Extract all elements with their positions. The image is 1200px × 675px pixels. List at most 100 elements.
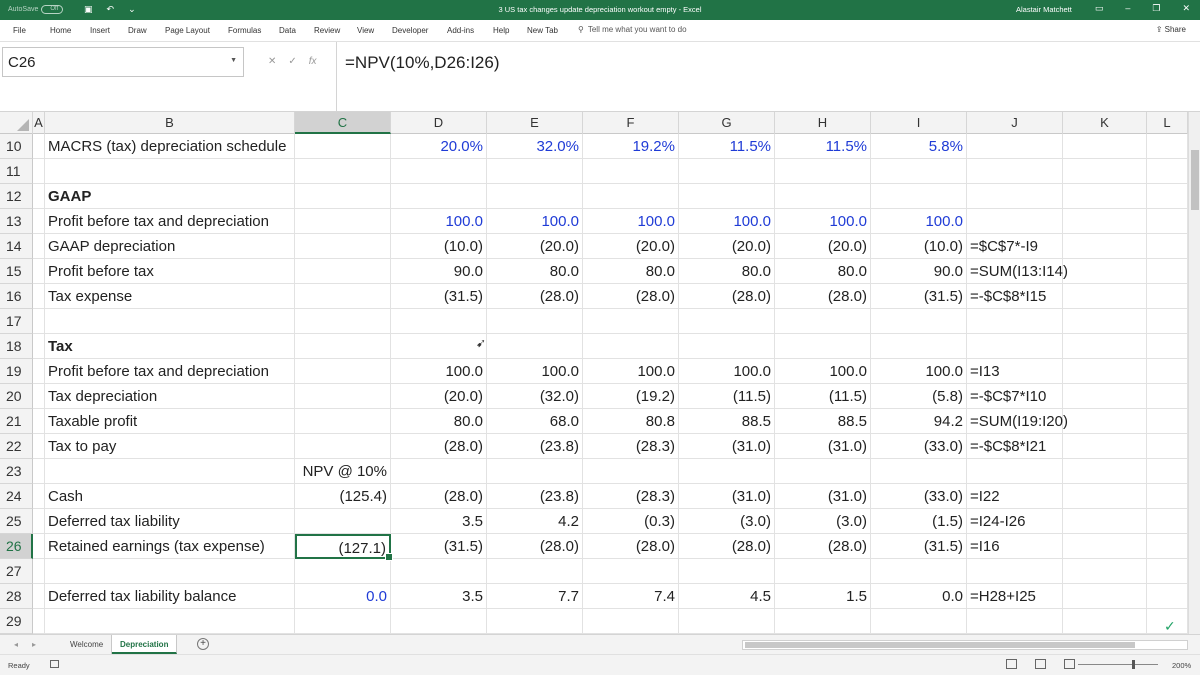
zoom-level[interactable]: 200% (1172, 661, 1191, 670)
cell-c15[interactable] (295, 259, 391, 284)
cell-f29[interactable] (583, 609, 679, 634)
cell-b16[interactable]: Tax expense (45, 284, 295, 309)
cell-h14[interactable]: (20.0) (775, 234, 871, 259)
cell-c26[interactable]: (127.1) (295, 534, 393, 561)
cell-i16[interactable]: (31.5) (871, 284, 967, 309)
row-header-11[interactable]: 11 (0, 159, 33, 184)
column-header-i[interactable]: I (871, 112, 967, 134)
cell-l20[interactable] (1147, 384, 1188, 409)
cell-i15[interactable]: 90.0 (871, 259, 967, 284)
page-layout-view-icon[interactable] (1035, 659, 1046, 669)
tab-file[interactable]: File (13, 26, 26, 35)
cell-h19[interactable]: 100.0 (775, 359, 871, 384)
cell-g21[interactable]: 88.5 (679, 409, 775, 434)
cell-f24[interactable]: (28.3) (583, 484, 679, 509)
cell-d10[interactable]: 20.0% (391, 134, 487, 159)
tab-page-layout[interactable]: Page Layout (165, 26, 210, 35)
cell-c18[interactable] (295, 334, 391, 359)
cell-a22[interactable] (33, 434, 45, 459)
cell-d25[interactable]: 3.5 (391, 509, 487, 534)
zoom-knob[interactable] (1132, 660, 1135, 669)
row-header-21[interactable]: 21 (0, 409, 33, 434)
tell-me-box[interactable]: ⚲ Tell me what you want to do (578, 25, 687, 34)
row-header-27[interactable]: 27 (0, 559, 33, 584)
cell-g14[interactable]: (20.0) (679, 234, 775, 259)
cell-c10[interactable] (295, 134, 391, 159)
cell-f26[interactable]: (28.0) (583, 534, 679, 559)
cell-b19[interactable]: Profit before tax and depreciation (45, 359, 295, 384)
user-name[interactable]: Alastair Matchett (1016, 5, 1072, 14)
cell-j23[interactable] (967, 459, 1063, 484)
cell-e18[interactable] (487, 334, 583, 359)
cell-e25[interactable]: 4.2 (487, 509, 583, 534)
cell-e17[interactable] (487, 309, 583, 334)
cell-l12[interactable] (1147, 184, 1188, 209)
cell-i23[interactable] (871, 459, 967, 484)
row-header-22[interactable]: 22 (0, 434, 33, 459)
cell-k14[interactable] (1063, 234, 1147, 259)
cell-c22[interactable] (295, 434, 391, 459)
cell-d29[interactable] (391, 609, 487, 634)
cell-f12[interactable] (583, 184, 679, 209)
cell-f28[interactable]: 7.4 (583, 584, 679, 609)
cell-e12[interactable] (487, 184, 583, 209)
column-header-f[interactable]: F (583, 112, 679, 134)
cell-a15[interactable] (33, 259, 45, 284)
cell-a14[interactable] (33, 234, 45, 259)
row-header-26[interactable]: 26 (0, 534, 33, 559)
cell-b27[interactable] (45, 559, 295, 584)
column-header-j[interactable]: J (967, 112, 1063, 134)
cell-a16[interactable] (33, 284, 45, 309)
cell-c24[interactable]: (125.4) (295, 484, 391, 509)
cell-g22[interactable]: (31.0) (679, 434, 775, 459)
cell-b24[interactable]: Cash (45, 484, 295, 509)
cell-k19[interactable] (1063, 359, 1147, 384)
cell-j21[interactable]: =SUM(I19:I20) (967, 409, 1068, 434)
cell-c11[interactable] (295, 159, 391, 184)
cell-b11[interactable] (45, 159, 295, 184)
cell-a18[interactable] (33, 334, 45, 359)
tab-developer[interactable]: Developer (392, 26, 428, 35)
cell-h26[interactable]: (28.0) (775, 534, 871, 559)
cell-d21[interactable]: 80.0 (391, 409, 487, 434)
column-header-k[interactable]: K (1063, 112, 1147, 134)
cell-i10[interactable]: 5.8% (871, 134, 967, 159)
vertical-scroll-thumb[interactable] (1191, 150, 1199, 210)
cell-h13[interactable]: 100.0 (775, 209, 871, 234)
cell-h12[interactable] (775, 184, 871, 209)
cell-f19[interactable]: 100.0 (583, 359, 679, 384)
tab-review[interactable]: Review (314, 26, 340, 35)
cell-d24[interactable]: (28.0) (391, 484, 487, 509)
cell-l21[interactable] (1147, 409, 1188, 434)
cell-g10[interactable]: 11.5% (679, 134, 775, 159)
cell-i25[interactable]: (1.5) (871, 509, 967, 534)
ribbon-display-icon[interactable]: ▭ (1095, 3, 1104, 14)
cell-b29[interactable] (45, 609, 295, 634)
cell-k18[interactable] (1063, 334, 1147, 359)
cell-g15[interactable]: 80.0 (679, 259, 775, 284)
cell-e24[interactable]: (23.8) (487, 484, 583, 509)
row-header-20[interactable]: 20 (0, 384, 33, 409)
sheet-tab-depreciation[interactable]: Depreciation (112, 635, 178, 654)
cell-j17[interactable] (967, 309, 1063, 334)
cell-l13[interactable] (1147, 209, 1188, 234)
cell-j24[interactable]: =I22 (967, 484, 1063, 509)
cell-h24[interactable]: (31.0) (775, 484, 871, 509)
cell-l16[interactable] (1147, 284, 1188, 309)
cell-d15[interactable]: 90.0 (391, 259, 487, 284)
column-header-b[interactable]: B (45, 112, 295, 134)
tab-help[interactable]: Help (493, 26, 509, 35)
cell-f25[interactable]: (0.3) (583, 509, 679, 534)
prev-sheet-icon[interactable]: ◂ (14, 640, 18, 649)
cell-g12[interactable] (679, 184, 775, 209)
cell-k29[interactable] (1063, 609, 1147, 634)
cell-f13[interactable]: 100.0 (583, 209, 679, 234)
cell-h25[interactable]: (3.0) (775, 509, 871, 534)
row-header-10[interactable]: 10 (0, 134, 33, 159)
cell-i26[interactable]: (31.5) (871, 534, 967, 559)
cell-a10[interactable] (33, 134, 45, 159)
minimize-icon[interactable]: – (1125, 3, 1130, 14)
row-header-29[interactable]: 29 (0, 609, 33, 634)
cell-i12[interactable] (871, 184, 967, 209)
cell-a26[interactable] (33, 534, 45, 559)
